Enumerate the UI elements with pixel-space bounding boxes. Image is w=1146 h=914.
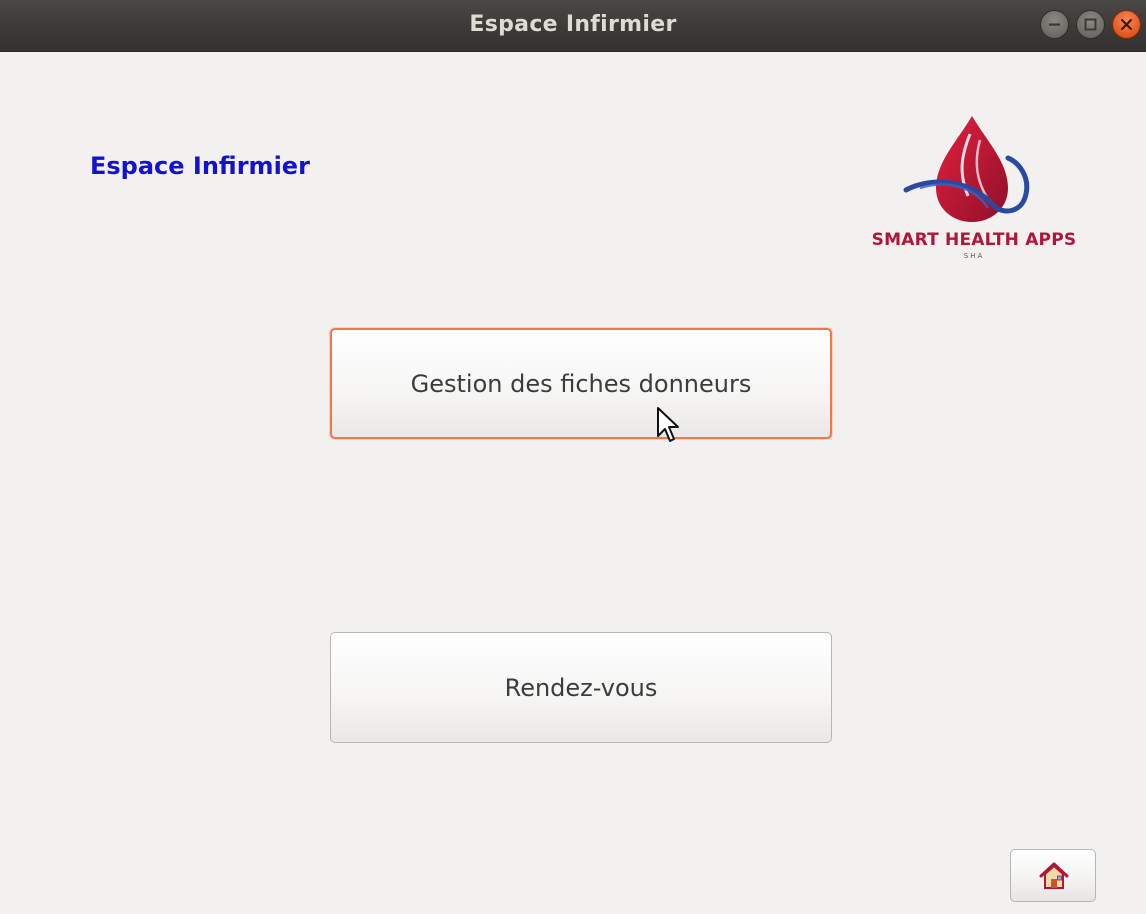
rendez-vous-button[interactable]: Rendez-vous	[330, 632, 832, 743]
close-icon	[1120, 18, 1133, 31]
smart-health-apps-logo: SMART HEALTH APPS SHA	[862, 110, 1086, 268]
maximize-button[interactable]	[1076, 10, 1105, 39]
home-button[interactable]	[1010, 849, 1096, 902]
minimize-icon	[1049, 23, 1060, 26]
logo-abbreviation: SHA	[963, 252, 985, 260]
app-window: Espace Infirmier Espace Infirmier SMART …	[0, 0, 1146, 914]
page-title: Espace Infirmier	[90, 152, 310, 180]
minimize-button[interactable]	[1040, 10, 1069, 39]
gestion-fiches-donneurs-button[interactable]: Gestion des fiches donneurs	[330, 328, 832, 439]
logo-brand-name: SMART HEALTH APPS	[871, 230, 1077, 250]
blood-drop-logo-icon	[903, 116, 1030, 222]
title-bar[interactable]: Espace Infirmier	[0, 0, 1146, 52]
maximize-icon	[1084, 18, 1097, 31]
window-title: Espace Infirmier	[469, 12, 677, 37]
close-button[interactable]	[1112, 10, 1141, 39]
home-icon	[1039, 862, 1069, 889]
